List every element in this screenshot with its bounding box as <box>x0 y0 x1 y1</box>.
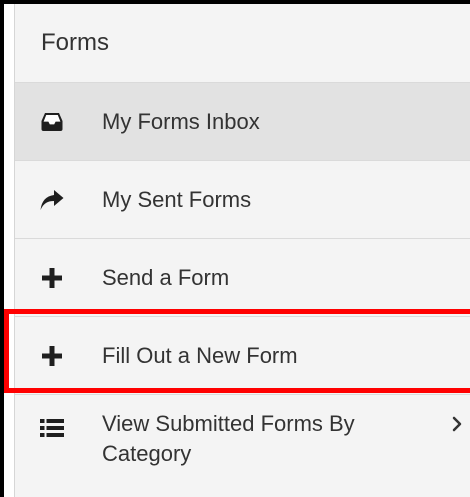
menu-item-label: Fill Out a New Form <box>102 343 298 368</box>
menu-item-view-submitted-forms-by-category[interactable]: View Submitted Forms By Category <box>15 394 470 497</box>
forms-sidebar-panel: Forms My Forms Inbox My Sent Forms Send … <box>14 4 470 497</box>
list-icon <box>39 415 65 441</box>
menu-item-label: View Submitted Forms By Category <box>102 411 355 466</box>
menu-item-label: My Forms Inbox <box>102 109 260 134</box>
chevron-right-icon <box>449 413 467 435</box>
menu-item-send-a-form[interactable]: Send a Form <box>15 238 470 316</box>
menu-item-my-forms-inbox[interactable]: My Forms Inbox <box>15 82 470 160</box>
menu-item-my-sent-forms[interactable]: My Sent Forms <box>15 160 470 238</box>
menu-item-label: Send a Form <box>102 265 230 290</box>
screenshot-frame: Forms My Forms Inbox My Sent Forms Send … <box>0 0 470 497</box>
menu-item-label: My Sent Forms <box>102 187 252 212</box>
share-arrow-icon <box>39 187 65 213</box>
inbox-icon <box>39 109 65 135</box>
plus-icon <box>39 265 65 291</box>
panel-title: Forms <box>41 29 109 56</box>
plus-icon <box>39 343 65 369</box>
menu-item-fill-out-a-new-form[interactable]: Fill Out a New Form <box>15 316 470 394</box>
forms-header: Forms <box>15 4 470 82</box>
